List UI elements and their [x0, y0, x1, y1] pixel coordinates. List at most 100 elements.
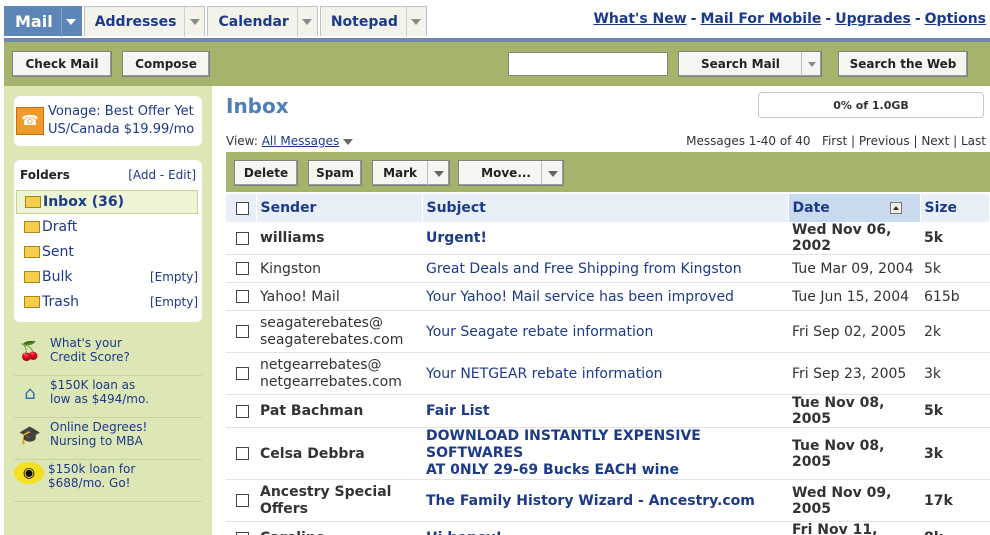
options-link[interactable]: Options — [925, 11, 986, 27]
vonage-ad-text: Vonage: Best Offer Yet US/Canada $19.99/… — [48, 103, 194, 139]
last-page-link[interactable]: Last — [961, 134, 986, 148]
spam-button[interactable]: Spam — [308, 160, 362, 186]
chevron-down-icon[interactable] — [60, 6, 81, 37]
table-row[interactable]: seagaterebates@ seagaterebates.com Your S… — [226, 310, 990, 353]
credit-score-ad[interactable]: 🍒 What's your Credit Score? — [14, 336, 202, 376]
graduation-cap-icon: 🎓 — [18, 424, 42, 446]
tab-addresses[interactable]: Addresses — [83, 6, 206, 37]
sender-cell: Yahoo! Mail — [256, 282, 422, 311]
subject-link[interactable]: The Family History Wizard - Ancestry.com — [422, 479, 788, 522]
sender-cell: Caroline — [256, 521, 422, 535]
date-cell: Fri Sep 02, 2005 — [788, 310, 920, 353]
date-cell: Fri Nov 11, 2005 — [788, 521, 920, 535]
row-checkbox[interactable] — [236, 494, 249, 507]
tab-notepad[interactable]: Notepad — [319, 6, 427, 37]
table-row[interactable]: Yahoo! Mail Your Yahoo! Mail service has… — [226, 282, 990, 311]
search-input[interactable] — [508, 52, 668, 76]
chevron-down-icon[interactable] — [405, 6, 426, 37]
sender-cell: Kingston — [256, 254, 422, 283]
size-cell: 615b — [920, 282, 990, 311]
tab-mail[interactable]: Mail — [4, 6, 82, 37]
row-checkbox[interactable] — [236, 325, 249, 338]
sidebar: ☎ Vonage: Best Offer Yet US/Canada $19.9… — [4, 86, 212, 535]
chevron-down-icon[interactable] — [343, 138, 354, 145]
table-row[interactable]: Ancestry Special Offers The Family Histor… — [226, 479, 990, 522]
sender-column-header[interactable]: Sender — [256, 194, 423, 222]
chevron-down-icon[interactable] — [541, 161, 563, 185]
check-mail-button[interactable]: Check Mail — [12, 51, 112, 77]
upgrades-link[interactable]: Upgrades — [835, 11, 911, 27]
date-cell: Fri Sep 23, 2005 — [788, 352, 920, 395]
row-checkbox-cell — [226, 394, 256, 428]
table-row[interactable]: Kingston Great Deals and Free Shipping f… — [226, 254, 990, 283]
table-row[interactable]: Pat Bachman Fair List Tue Nov 08, 2005 5… — [226, 394, 990, 428]
row-checkbox[interactable] — [236, 404, 249, 418]
date-column-header[interactable]: Date — [788, 194, 921, 222]
pager: Messages 1-40 of 40 First | Previous | N… — [686, 134, 986, 148]
chevron-down-icon[interactable] — [184, 6, 204, 37]
chevron-down-icon[interactable] — [296, 6, 317, 37]
sender-cell: seagaterebates@ seagaterebates.com — [256, 310, 422, 353]
first-page-link[interactable]: First — [822, 134, 847, 148]
sort-ascending-icon[interactable] — [889, 202, 902, 214]
empty-trash-link[interactable]: [Empty] — [150, 295, 198, 309]
folder-sent[interactable]: Sent — [16, 240, 198, 264]
search-web-button[interactable]: Search the Web — [838, 51, 968, 77]
row-checkbox[interactable] — [236, 447, 249, 460]
delete-button[interactable]: Delete — [234, 160, 298, 186]
tab-calendar[interactable]: Calendar — [207, 6, 318, 37]
empty-bulk-link[interactable]: [Empty] — [150, 270, 198, 284]
subject-link[interactable]: Your Seagate rebate information — [422, 310, 788, 353]
subject-link[interactable]: Hi honey! — [422, 521, 788, 535]
view-select[interactable]: All Messages — [262, 134, 340, 148]
add-edit-folders-link[interactable]: [Add - Edit] — [128, 168, 196, 182]
loan-ad[interactable]: ⌂ $150K loan as low as $494/mo. — [14, 378, 202, 418]
row-checkbox[interactable] — [236, 231, 249, 245]
row-checkbox[interactable] — [236, 290, 249, 303]
folder-draft[interactable]: Draft — [16, 215, 198, 239]
mark-button[interactable]: Mark — [372, 160, 450, 186]
size-column-header[interactable]: Size — [920, 194, 990, 222]
row-checkbox-cell — [226, 521, 256, 535]
chevron-down-icon[interactable] — [801, 52, 821, 76]
mail-for-mobile-link[interactable]: Mail For Mobile — [700, 11, 821, 27]
table-row[interactable]: netgearrebates@ netgearrebates.com Your N… — [226, 352, 990, 395]
subject-link[interactable]: Fair List — [422, 394, 788, 428]
folder-trash[interactable]: Trash [Empty] — [16, 290, 198, 314]
row-checkbox[interactable] — [236, 262, 249, 275]
subject-line: AT 0NLY 29-69 Bucks EACH wine — [426, 462, 679, 478]
subject-link[interactable]: Urgent! — [422, 222, 788, 255]
row-checkbox[interactable] — [236, 531, 249, 535]
subject-link[interactable]: Your Yahoo! Mail service has been improv… — [422, 282, 788, 311]
subject-link[interactable]: Your NETGEAR rebate information — [422, 352, 788, 395]
date-header-label: Date — [792, 200, 830, 216]
select-all-checkbox[interactable] — [236, 201, 249, 215]
ad-line: What's your — [50, 336, 122, 350]
subject-link[interactable]: Great Deals and Free Shipping from Kings… — [422, 254, 788, 283]
search-mail-button[interactable]: Search Mail — [678, 51, 822, 77]
subject-link[interactable]: DOWNLOAD INSTANTLY EXPENSIVE SOFTWARES AT… — [422, 427, 788, 480]
previous-page-link[interactable]: Previous — [859, 134, 910, 148]
subject-column-header[interactable]: Subject — [422, 194, 789, 222]
loan-ad-2[interactable]: ◉ $150k loan for $688/mo. Go! — [14, 462, 202, 502]
move-button[interactable]: Move... — [458, 160, 564, 186]
cherry-icon: 🍒 — [18, 340, 42, 362]
folder-bulk[interactable]: Bulk [Empty] — [16, 265, 198, 289]
folder-inbox[interactable]: Inbox (36) — [16, 190, 198, 214]
table-row[interactable]: Caroline Hi honey! Fri Nov 11, 2005 8k — [226, 521, 990, 535]
date-cell: Tue Mar 09, 2004 — [788, 254, 920, 283]
whats-new-link[interactable]: What's New — [593, 11, 686, 27]
online-degrees-ad[interactable]: 🎓 Online Degrees! Nursing to MBA — [14, 420, 202, 460]
next-page-link[interactable]: Next — [921, 134, 949, 148]
table-row[interactable]: Celsa Debbra DOWNLOAD INSTANTLY EXPENSIV… — [226, 427, 990, 480]
row-checkbox[interactable] — [236, 367, 249, 380]
inbox-folder-icon — [25, 196, 41, 208]
app-tabs: Mail Addresses Calendar Notepad — [4, 6, 429, 37]
table-row[interactable]: williams Urgent! Wed Nov 06, 2002 5k — [226, 222, 990, 255]
vonage-ad[interactable]: ☎ Vonage: Best Offer Yet US/Canada $19.9… — [14, 96, 202, 146]
size-cell: 2k — [920, 310, 990, 353]
ad-line: Credit Score? — [50, 350, 130, 364]
chevron-down-icon[interactable] — [427, 161, 449, 185]
size-cell: 17k — [920, 479, 990, 522]
compose-button[interactable]: Compose — [122, 51, 210, 77]
